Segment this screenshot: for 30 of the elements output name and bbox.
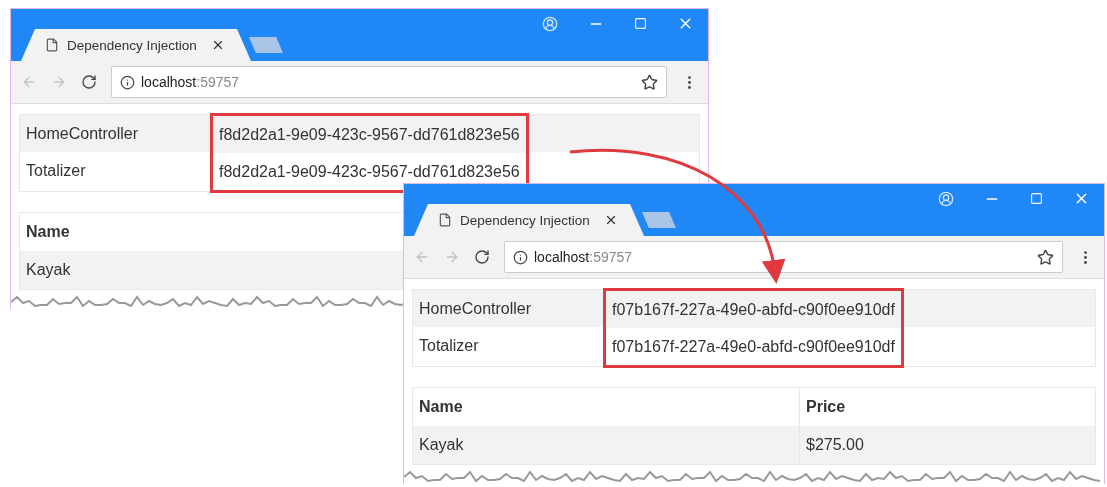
table-cell: $275.00 [799,426,1095,464]
reload-icon[interactable] [81,74,97,90]
profile-icon[interactable] [542,15,558,32]
maximize-icon[interactable] [634,17,647,30]
table-cell: f07b167f-227a-49e0-abfd-c90f0ee910df [606,291,901,328]
url-port: :59757 [196,74,240,90]
bookmark-star-icon[interactable] [1037,248,1054,266]
browser-tab[interactable]: Dependency Injection [414,204,644,236]
address-field[interactable]: localhost:59757 [111,66,667,98]
table-cell: HomeController [20,115,210,152]
url-host: localhost [141,74,197,90]
bookmark-star-icon[interactable] [641,73,658,91]
url-host: localhost [534,249,590,265]
address-field[interactable]: localhost:59757 [504,241,1063,273]
browser-tab[interactable]: Dependency Injection [21,29,251,61]
close-tab-icon[interactable] [604,213,618,227]
table-cell: HomeController [413,290,603,327]
page-icon [45,38,59,52]
info-icon[interactable] [513,249,528,265]
profile-icon[interactable] [938,190,954,207]
page-icon [438,213,452,227]
new-tab-button[interactable] [642,212,676,228]
reload-icon[interactable] [474,249,490,265]
table-cell: f8d2d2a1-9e09-423c-9567-dd761d823e56 [213,116,526,153]
maximize-icon[interactable] [1030,192,1043,205]
close-tab-icon[interactable] [211,38,225,52]
info-icon[interactable] [120,74,135,90]
new-tab-button[interactable] [249,37,283,53]
url-port: :59757 [589,249,633,265]
table-cell: Kayak [413,426,799,464]
